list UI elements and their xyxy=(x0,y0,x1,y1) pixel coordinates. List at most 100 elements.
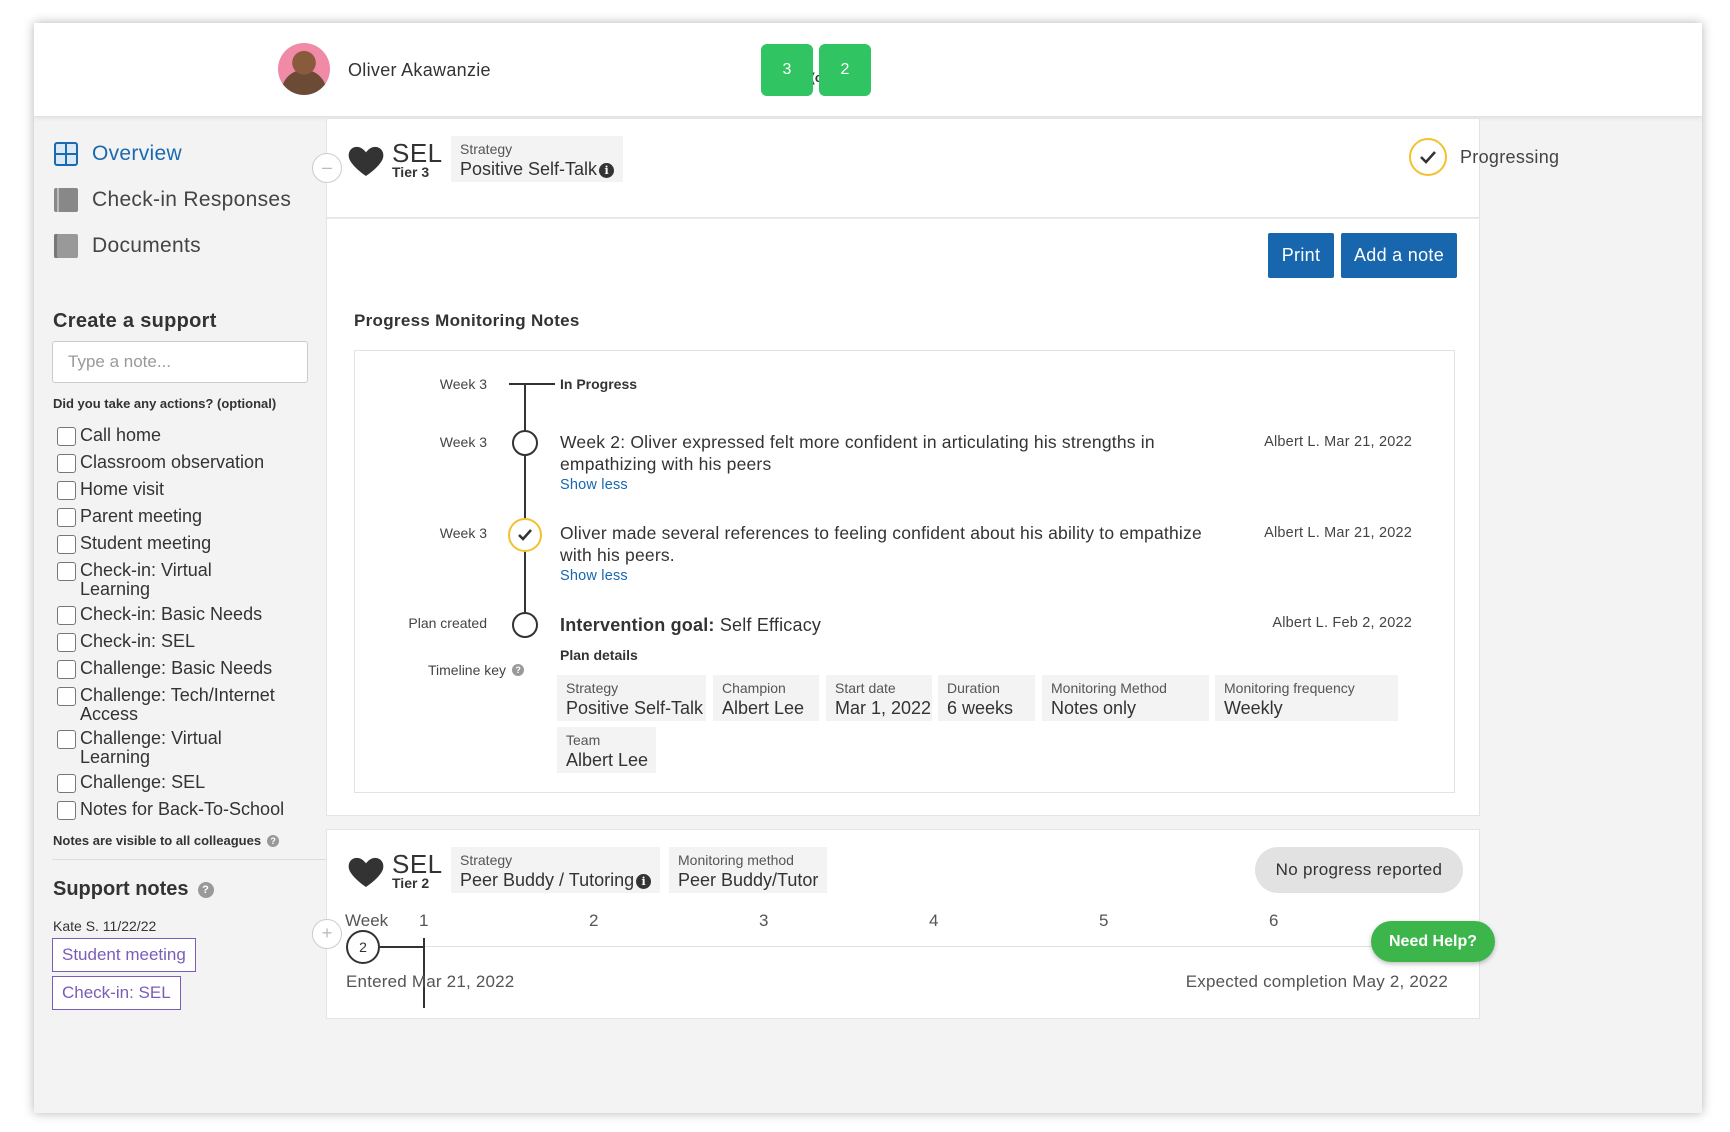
week-tick: 3 xyxy=(759,911,769,930)
collapse-button[interactable]: – xyxy=(312,153,342,183)
nav-documents-label: Documents xyxy=(92,234,201,257)
overview-grid-icon xyxy=(54,142,78,166)
checkbox[interactable] xyxy=(57,660,76,679)
help-icon[interactable]: ? xyxy=(267,834,280,847)
checkbox[interactable] xyxy=(57,801,76,820)
week-axis-line xyxy=(380,946,1450,947)
help-icon[interactable]: ? xyxy=(197,881,214,898)
nav-documents[interactable]: Documents xyxy=(54,231,201,261)
checkbox-label: Check-in: SEL xyxy=(80,631,196,651)
action-checkbox[interactable]: Call home xyxy=(57,426,317,446)
plan-meta: Albert L. Feb 2, 2022 xyxy=(1272,615,1412,631)
support-tier: Tier 2 xyxy=(392,875,430,891)
checkbox-label: Student meeting xyxy=(80,533,212,553)
timeline-node[interactable] xyxy=(512,612,538,638)
timeline-key-label: Timeline key xyxy=(428,662,507,678)
plan-field-champion: Champion Albert Lee xyxy=(713,675,819,721)
checkbox[interactable] xyxy=(57,633,76,652)
help-icon[interactable]: ? xyxy=(512,664,525,676)
checkbox-label: Notes for Back-To-School xyxy=(80,799,285,819)
action-checkbox[interactable]: Classroom observation xyxy=(57,453,317,473)
show-less-link[interactable]: Show less xyxy=(560,477,628,493)
timeline-key[interactable]: Timeline key ? xyxy=(428,662,525,678)
checkbox[interactable] xyxy=(57,481,76,500)
field-label: Strategy xyxy=(460,852,513,868)
action-checkbox[interactable]: Challenge: Basic Needs xyxy=(57,659,317,679)
checkbox[interactable] xyxy=(57,606,76,625)
notes-visibility-text: Notes are visible to all colleagues xyxy=(53,833,262,848)
action-checkbox[interactable]: Challenge: SEL xyxy=(57,773,317,793)
timeline-line xyxy=(524,383,526,627)
need-help-button[interactable]: Need Help? xyxy=(1371,921,1495,962)
week-tick: 1 xyxy=(419,911,429,930)
plan-field-monitoring-frequency: Monitoring frequency Weekly xyxy=(1215,675,1398,721)
checkbox[interactable] xyxy=(57,454,76,473)
action-checkbox[interactable]: Challenge: Tech/Internet Access xyxy=(57,686,317,724)
info-icon[interactable]: i xyxy=(599,163,615,178)
week-tick: 2 xyxy=(589,911,599,930)
field-value: Weekly xyxy=(1224,698,1283,718)
action-checkbox[interactable]: Check-in: SEL xyxy=(57,632,317,652)
field-label: Monitoring frequency xyxy=(1224,680,1355,696)
checkbox-label: Challenge: SEL xyxy=(80,772,206,792)
checkbox[interactable] xyxy=(57,730,76,749)
checkbox[interactable] xyxy=(57,562,76,581)
checkbox[interactable] xyxy=(57,427,76,446)
action-checkbox[interactable]: Check-in: Virtual Learning xyxy=(57,561,317,599)
ytd-count-badge[interactable]: 3 xyxy=(761,44,813,96)
checkbox-label: Call home xyxy=(80,425,162,445)
timeline-week-label: Week 3 xyxy=(439,434,487,450)
field-label: Monitoring method xyxy=(678,852,794,868)
action-checkbox[interactable]: Notes for Back-To-School xyxy=(57,800,317,820)
field-label: Monitoring Method xyxy=(1051,680,1167,696)
field-value: Mar 1, 2022 xyxy=(835,698,932,718)
checkbox[interactable] xyxy=(57,508,76,527)
checkbox[interactable] xyxy=(57,774,76,793)
add-note-button[interactable]: Add a note xyxy=(1341,233,1457,278)
action-checkbox[interactable]: Parent meeting xyxy=(57,507,317,527)
plan-field-strategy: Strategy Positive Self-Talk xyxy=(557,675,706,721)
note-tag[interactable]: Student meeting xyxy=(52,938,196,972)
expand-button[interactable]: + xyxy=(312,919,342,949)
strategy-value: Peer Buddy / Tutoring xyxy=(460,870,635,890)
field-value: Albert Lee xyxy=(722,698,805,718)
week-tick: 5 xyxy=(1099,911,1109,930)
plan-field-team: Team Albert Lee xyxy=(557,727,656,773)
action-checkbox[interactable]: Challenge: Virtual Learning xyxy=(57,729,317,767)
status-badge: No progress reported xyxy=(1255,847,1463,893)
notes-visibility-note: Notes are visible to all colleagues ? xyxy=(53,833,280,848)
action-checkbox[interactable]: Student meeting xyxy=(57,534,317,554)
timeline-node[interactable] xyxy=(512,430,538,456)
nav-overview[interactable]: Overview xyxy=(54,139,182,169)
create-support-title: Create a support xyxy=(53,310,217,332)
show-less-link[interactable]: Show less xyxy=(560,568,628,584)
progress-segment xyxy=(380,946,424,948)
support-notes-title: Support notes ? xyxy=(53,878,214,901)
timeline-current-marker xyxy=(509,383,555,385)
strategy-value: Positive Self-Talk xyxy=(460,159,598,179)
info-icon[interactable]: i xyxy=(636,874,652,889)
note-input[interactable] xyxy=(52,341,308,383)
timeline-check-node[interactable] xyxy=(508,518,542,552)
checkbox[interactable] xyxy=(57,687,76,706)
check-icon xyxy=(518,529,532,541)
action-checkbox[interactable]: Home visit xyxy=(57,480,317,500)
field-label: Start date xyxy=(835,680,896,696)
note-tag[interactable]: Check-in: SEL xyxy=(52,976,181,1010)
checkbox-label: Challenge: Tech/Internet Access xyxy=(80,685,275,724)
status-label: Progressing xyxy=(1460,147,1560,167)
intervention-goal: Intervention goal: Self Efficacy xyxy=(560,615,821,636)
current-week-marker[interactable]: 2 xyxy=(346,930,380,964)
checkbox-label: Classroom observation xyxy=(80,452,265,472)
checkbox-label: Home visit xyxy=(80,479,165,499)
entered-date: Entered Mar 21, 2022 xyxy=(346,972,515,991)
ytd-count-badge[interactable]: 2 xyxy=(819,44,871,96)
field-label: Strategy xyxy=(566,680,619,696)
print-button[interactable]: Print xyxy=(1268,233,1334,278)
status-check-icon xyxy=(1409,138,1447,176)
support-notes-title-text: Support notes xyxy=(53,878,189,900)
note-author: Kate S. 11/22/22 xyxy=(53,918,157,934)
checkbox[interactable] xyxy=(57,535,76,554)
nav-check-in-responses[interactable]: Check-in Responses xyxy=(54,185,291,215)
action-checkbox[interactable]: Check-in: Basic Needs xyxy=(57,605,317,625)
